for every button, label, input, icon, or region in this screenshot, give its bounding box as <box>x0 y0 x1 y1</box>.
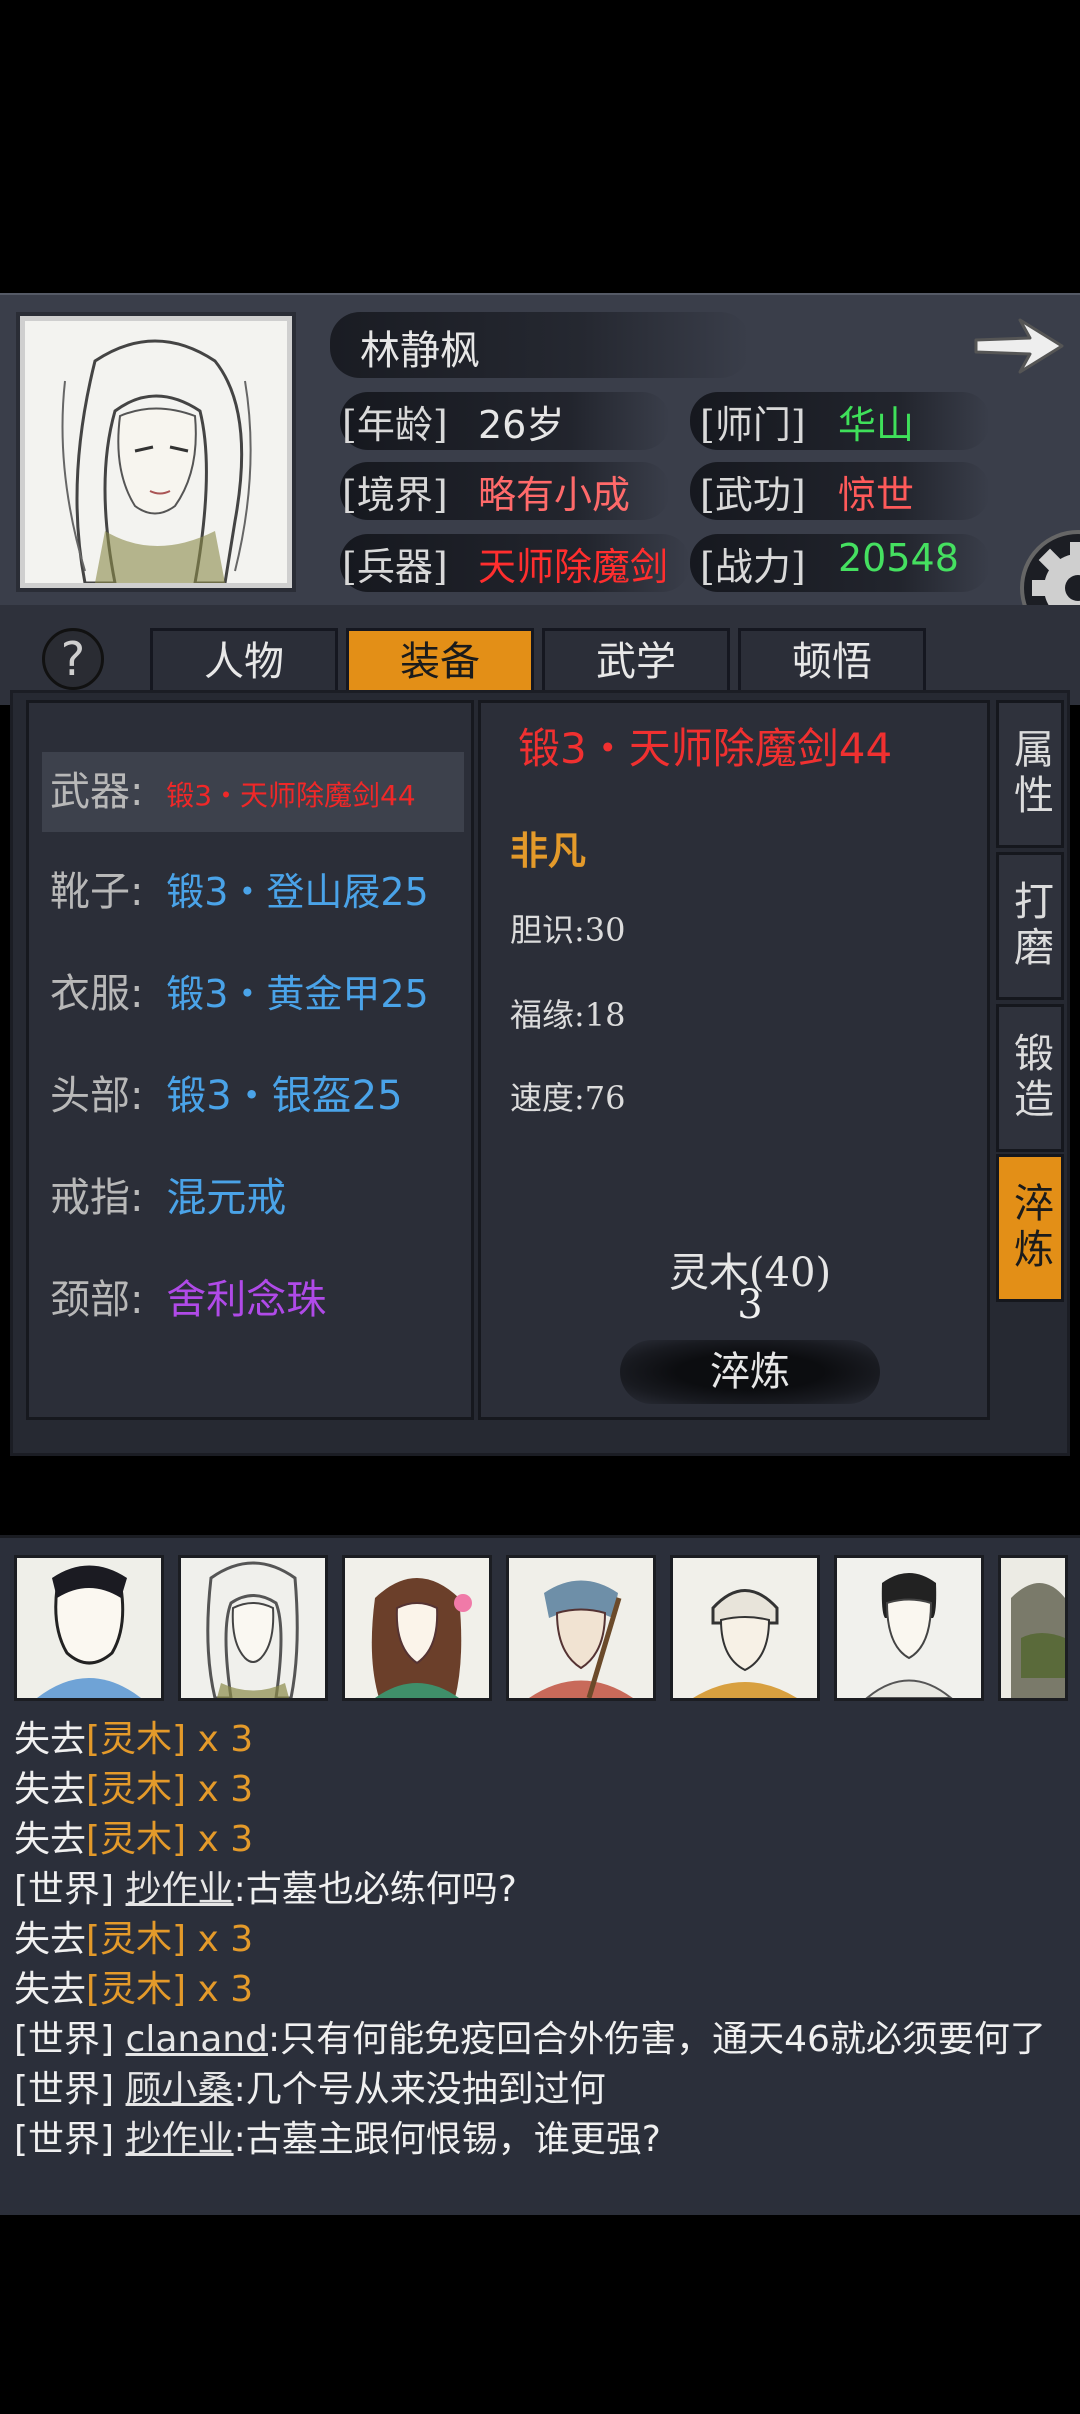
avatar[interactable] <box>670 1555 820 1701</box>
game-screen: { "character": { "name": "林静枫", "stats":… <box>0 0 1080 2414</box>
chat-text: :古墓也必练何吗? <box>233 1869 517 1910</box>
chat-username[interactable]: clanand <box>126 2019 268 2060</box>
stat-label-realm: [境界] <box>342 473 448 517</box>
chat-line: [世界] 顾小桑:几个号从来没抽到过何 <box>14 2060 606 2112</box>
tab-equipment[interactable]: 装备 <box>346 628 534 696</box>
chat-line: 失去[灵木] x 3 <box>14 1710 253 1762</box>
stat-label-martial: [武功] <box>700 473 806 517</box>
chat-text: :古墓主跟何恨锡，谁更强? <box>233 2119 661 2160</box>
slot-label: 靴子: <box>50 869 144 915</box>
stat-label-sect: [师门] <box>700 403 806 447</box>
character-portrait[interactable] <box>20 316 292 588</box>
stat-value-sect: 华山 <box>838 403 915 447</box>
tab-martial-arts[interactable]: 武学 <box>542 628 730 696</box>
chat-line: 失去[灵木] x 3 <box>14 1910 253 1962</box>
slot-label: 颈部: <box>50 1277 144 1323</box>
chat-suffix: x 3 <box>186 1919 254 1960</box>
material-count: 3 <box>737 1282 763 1328</box>
slot-item: 混元戒 <box>166 1175 287 1221</box>
slot-item: 锻3・银盔25 <box>166 1073 403 1119</box>
arrow-right-icon[interactable] <box>970 310 1066 382</box>
stat-value-martial: 惊世 <box>838 473 915 517</box>
avatar[interactable] <box>342 1555 492 1701</box>
chat-item[interactable]: [灵木] <box>86 1719 186 1760</box>
stat-value-power: 20548 <box>838 536 959 580</box>
chat-prefix: 失去 <box>14 1719 87 1760</box>
avatar[interactable] <box>834 1555 984 1701</box>
chat-prefix: [世界] <box>14 2119 126 2160</box>
slot-label: 戒指: <box>50 1175 144 1221</box>
chat-item[interactable]: [灵木] <box>86 1969 186 2010</box>
stat-label-age: [年龄] <box>342 403 448 447</box>
refine-button[interactable]: 淬炼 <box>620 1340 880 1404</box>
stat-label-power: [战力] <box>700 545 806 589</box>
question-icon[interactable]: ? <box>42 628 104 690</box>
character-name: 林静枫 <box>360 328 480 374</box>
chat-item[interactable]: [灵木] <box>86 1769 186 1810</box>
chat-username[interactable]: 抄作业 <box>126 2119 234 2160</box>
chat-item[interactable]: [灵木] <box>86 1819 186 1860</box>
chat-line: 失去[灵木] x 3 <box>14 1760 253 1812</box>
chat-suffix: x 3 <box>186 1969 254 2010</box>
stat-value-realm: 略有小成 <box>478 473 631 517</box>
equipment-slot-ring[interactable]: 戒指: 混元戒 <box>42 1158 464 1238</box>
chat-item[interactable]: [灵木] <box>86 1919 186 1960</box>
chat-line: 失去[灵木] x 3 <box>14 1960 253 2012</box>
slot-label: 头部: <box>50 1073 144 1119</box>
side-tab-attributes[interactable]: 属性 <box>996 700 1064 848</box>
stat-value-weapon: 天师除魔剑 <box>478 545 669 589</box>
avatar[interactable] <box>506 1555 656 1701</box>
avatar[interactable] <box>998 1555 1068 1701</box>
chat-username[interactable]: 顾小桑 <box>126 2069 234 2110</box>
equipment-slot-clothes[interactable]: 衣服: 锻3・黄金甲25 <box>42 954 464 1034</box>
chat-line: [世界] 抄作业:古墓也必练何吗? <box>14 1860 517 1912</box>
slot-label: 衣服: <box>50 971 144 1017</box>
chat-line: 失去[灵木] x 3 <box>14 1810 253 1862</box>
stat-value-age: 26岁 <box>478 403 565 447</box>
chat-suffix: x 3 <box>186 1719 254 1760</box>
chat-prefix: [世界] <box>14 2019 126 2060</box>
stat-label-weapon: [兵器] <box>342 545 448 589</box>
chat-text: :几个号从来没抽到过何 <box>233 2069 606 2110</box>
equipment-slot-weapon[interactable]: 武器: 锻3・天师除魔剑44 <box>42 752 464 832</box>
item-attribute: 胆识:30 <box>510 911 626 949</box>
chat-line: [世界] clanand:只有何能免疫回合外伤害，通天46就必须要何了 <box>14 2010 1046 2062</box>
chat-prefix: [世界] <box>14 2069 126 2110</box>
avatar[interactable] <box>14 1555 164 1701</box>
chat-prefix: 失去 <box>14 1969 87 2010</box>
equipment-slot-head[interactable]: 头部: 锻3・银盔25 <box>42 1056 464 1136</box>
chat-prefix: 失去 <box>14 1769 87 1810</box>
chat-line: [世界] 抄作业:古墓主跟何恨锡，谁更强? <box>14 2110 661 2162</box>
chat-prefix: 失去 <box>14 1919 87 1960</box>
tab-character[interactable]: 人物 <box>150 628 338 696</box>
side-tab-forge[interactable]: 锻造 <box>996 1004 1064 1152</box>
avatar[interactable] <box>178 1555 328 1701</box>
item-rarity: 非凡 <box>510 828 587 873</box>
chat-username[interactable]: 抄作业 <box>126 1869 234 1910</box>
chat-prefix: 失去 <box>14 1819 87 1860</box>
chat-suffix: x 3 <box>186 1819 254 1860</box>
chat-suffix: x 3 <box>186 1769 254 1810</box>
item-attribute: 速度:76 <box>510 1079 626 1117</box>
equipment-slot-neck[interactable]: 颈部: 舍利念珠 <box>42 1260 464 1340</box>
slot-item: 锻3・黄金甲25 <box>166 972 429 1016</box>
slot-item: 锻3・天师除魔剑44 <box>166 779 416 812</box>
item-title: 锻3・天师除魔剑44 <box>518 724 893 773</box>
slot-label: 武器: <box>50 769 144 815</box>
equipment-slot-boots[interactable]: 靴子: 锻3・登山屐25 <box>42 852 464 932</box>
item-attribute: 福缘:18 <box>510 996 626 1034</box>
tab-insight[interactable]: 顿悟 <box>738 628 926 696</box>
slot-item: 舍利念珠 <box>166 1277 327 1323</box>
chat-text: :只有何能免疫回合外伤害，通天46就必须要何了 <box>267 2019 1046 2060</box>
side-tab-polish[interactable]: 打磨 <box>996 852 1064 1000</box>
slot-item: 锻3・登山屐25 <box>166 870 429 914</box>
chat-prefix: [世界] <box>14 1869 126 1910</box>
side-tab-temper[interactable]: 淬炼 <box>996 1154 1064 1302</box>
